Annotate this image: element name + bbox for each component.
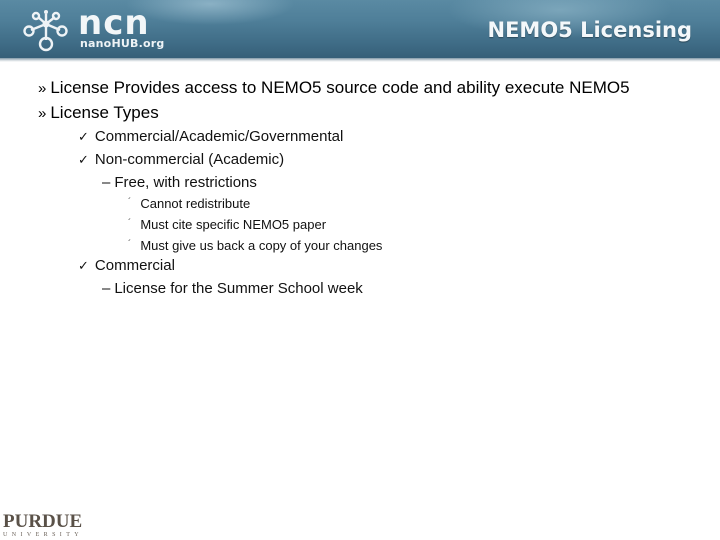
bullet-glyph: » — [38, 105, 47, 122]
bullet-item: ✓ Non-commercial (Academic) — [78, 151, 284, 168]
bullet-text: Commercial/Academic/Governmental — [94, 128, 344, 145]
slide-header-banner: ncn nanoHUB.org NEMO5 Licensing — [0, 0, 720, 62]
purdue-logo-name: PURDUE — [3, 511, 83, 532]
bullet-text: Free, with restrictions — [114, 174, 257, 191]
checkmark-icon: ✓ — [78, 258, 89, 273]
dash-bullet: – — [102, 174, 111, 191]
bullet-text: Must give us back a copy of your changes — [140, 238, 383, 253]
bullet-glyph: » — [38, 80, 47, 97]
bullet-item: » License Provides access to NEMO5 source… — [38, 78, 630, 98]
bullet-item: ´ Cannot redistribute — [128, 196, 250, 211]
bullet-item: – License for the Summer School week — [102, 280, 363, 297]
bullet-text: Non-commercial (Academic) — [94, 151, 285, 168]
checkmark-icon: ✓ — [78, 129, 89, 144]
bullet-text: License Provides access to NEMO5 source … — [50, 78, 630, 97]
bullet-item: ✓ Commercial/Academic/Governmental — [78, 128, 343, 145]
bullet-text: Must cite specific NEMO5 paper — [140, 217, 327, 232]
bullet-item: – Free, with restrictions — [102, 174, 257, 191]
bullet-item: ´ Must give us back a copy of your change… — [128, 238, 382, 253]
bullet-text: License for the Summer School week — [114, 280, 363, 297]
purdue-university-logo: PURDUE UNIVERSITY — [3, 512, 83, 538]
bullet-item: » License Types — [38, 103, 159, 123]
bullet-text: Cannot redistribute — [140, 196, 251, 211]
tick-bullet: ´ — [128, 239, 132, 250]
tick-bullet: ´ — [128, 197, 132, 208]
bullet-text: License Types — [50, 103, 159, 122]
checkmark-icon: ✓ — [78, 152, 89, 167]
logo-subtitle: nanoHUB.org — [80, 37, 165, 50]
slide-title: NEMO5 Licensing — [487, 18, 693, 42]
dash-bullet: – — [102, 280, 111, 297]
bullet-item: ´ Must cite specific NEMO5 paper — [128, 217, 326, 232]
purdue-logo-subtitle: UNIVERSITY — [3, 532, 83, 538]
bullet-item: ✓ Commercial — [78, 257, 175, 274]
logo-wordmark: ncn — [78, 3, 150, 43]
bullet-text: Commercial — [94, 257, 175, 274]
molecule-network-icon — [23, 10, 68, 52]
tick-bullet: ´ — [128, 218, 132, 229]
ncn-nanohub-logo: ncn nanoHUB.org — [22, 3, 165, 54]
